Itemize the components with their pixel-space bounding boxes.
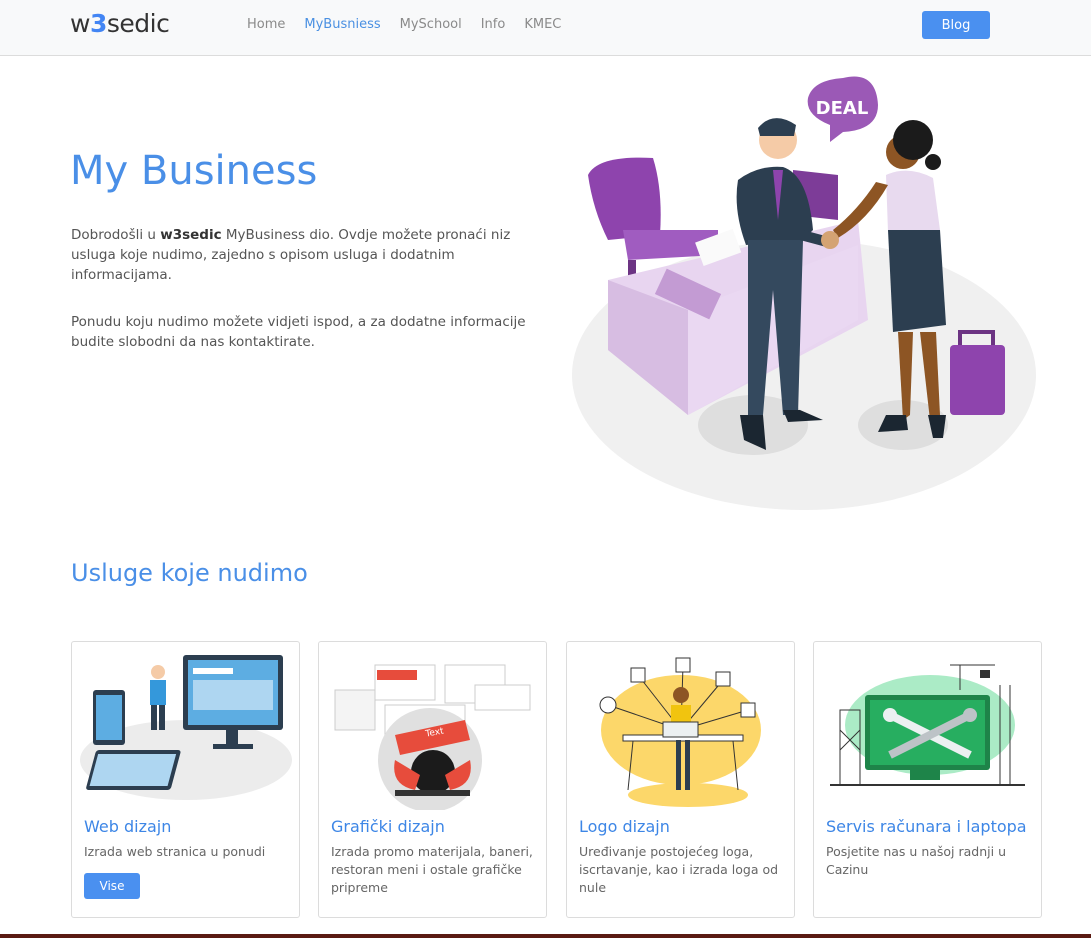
service-card-graphic: Text Grafički dizajn Izrada promo materi…: [318, 641, 547, 918]
card-title: Grafički dizajn: [331, 817, 445, 836]
nav-links: Home MyBusniess MySchool Info KMEC: [247, 17, 580, 32]
footer-edge: [0, 934, 1091, 938]
logo-design-illustration: [599, 657, 761, 807]
graphic-design-illustration: Text: [334, 664, 531, 810]
card-title: Web dizajn: [84, 817, 172, 836]
computer-repair-illustration: [830, 664, 1025, 786]
card-description: Uređivanje postojećeg loga, iscrtavanje,…: [579, 844, 779, 895]
service-card-logo: Logo dizajn Uređivanje postojećeg loga, …: [566, 641, 795, 918]
brand-part: w: [70, 9, 90, 38]
brand-part: 3: [89, 9, 107, 38]
nav-link-info[interactable]: Info: [481, 17, 506, 32]
nav-link-myschool[interactable]: MySchool: [400, 17, 462, 32]
navbar: w3sedic Home MyBusniess MySchool Info KM…: [0, 0, 1091, 56]
brand-part: sedic: [106, 9, 170, 38]
page-title: My Business: [70, 148, 318, 194]
business-deal-illustration: DEAL: [572, 76, 1036, 510]
card-description: Izrada web stranica u ponudi: [84, 844, 266, 859]
offer-paragraph: Ponudu koju nudimo možete vidjeti ispod,…: [71, 314, 526, 350]
nav-link-kmec[interactable]: KMEC: [524, 17, 561, 32]
intro-brand: w3sedic: [160, 227, 222, 243]
brand-logo[interactable]: w3sedic: [70, 9, 170, 38]
service-card-repair: Servis računara i laptopa Posjetite nas …: [813, 641, 1042, 918]
nav-link-mybusiness[interactable]: MyBusniess: [304, 17, 380, 32]
service-card-web: Web dizajn Izrada web stranica u ponudi …: [71, 641, 300, 918]
intro-paragraph: Dobrodošli u w3sedic MyBusiness dio. Ovd…: [71, 225, 531, 285]
blog-button[interactable]: Blog: [922, 11, 990, 39]
web-design-illustration: [80, 655, 292, 800]
card-description: Izrada promo materijala, baneri, restora…: [331, 844, 533, 895]
card-title: Servis računara i laptopa: [826, 817, 1027, 836]
services-title: Usluge koje nudimo: [71, 559, 308, 587]
more-button[interactable]: Vise: [84, 873, 140, 899]
card-title: Logo dizajn: [579, 817, 670, 836]
card-description: Posjetite nas u našoj radnji u Cazinu: [826, 844, 1007, 877]
deal-bubble-text: DEAL: [816, 98, 869, 119]
intro-text: Dobrodošli u: [71, 227, 161, 243]
nav-link-home[interactable]: Home: [247, 17, 285, 32]
